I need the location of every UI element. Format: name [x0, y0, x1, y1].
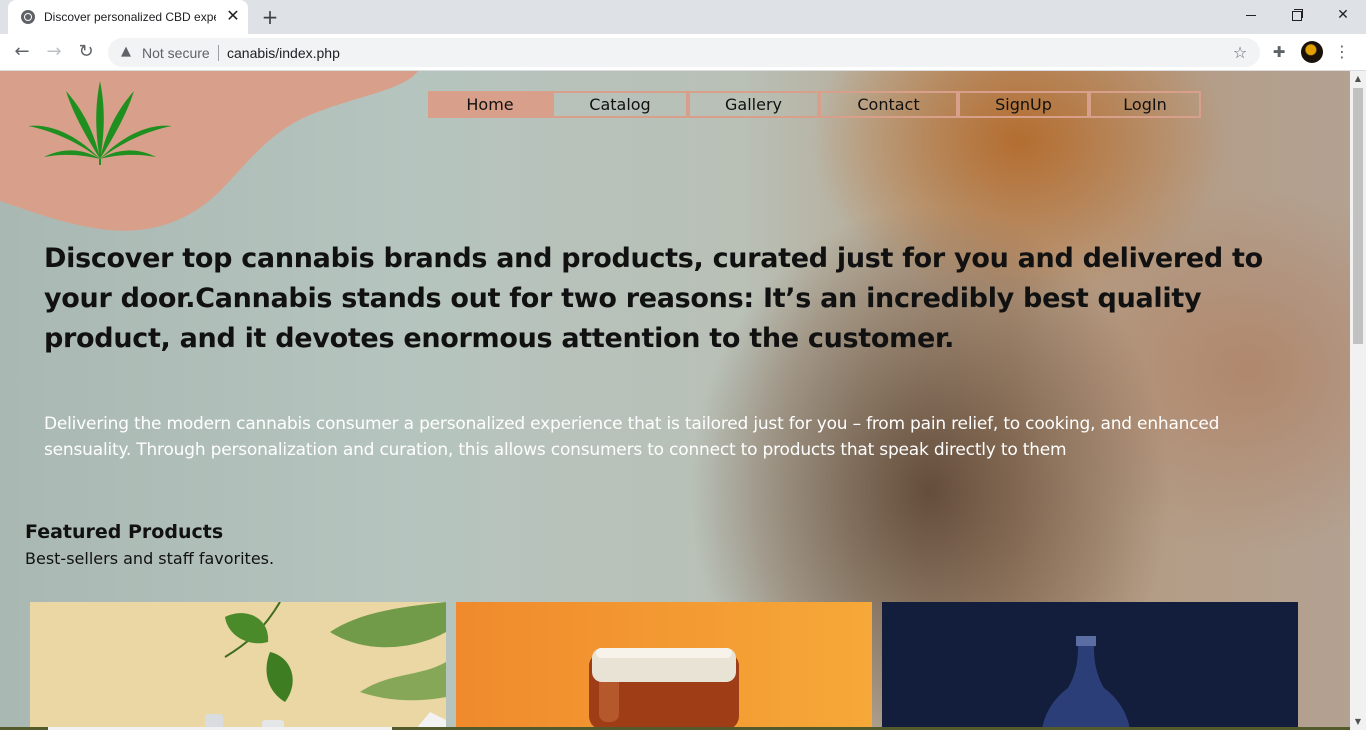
avatar[interactable] — [1301, 41, 1323, 63]
browser-tab-strip: Discover personalized CBD experiences ✕ … — [0, 0, 1366, 34]
nav-gallery[interactable]: Gallery — [688, 91, 819, 118]
restore-button[interactable] — [1282, 4, 1312, 26]
featured-title: Featured Products — [25, 521, 224, 543]
reload-icon[interactable]: ↻ — [74, 40, 98, 64]
security-label[interactable]: Not secure — [142, 45, 210, 61]
nav-login[interactable]: LogIn — [1089, 91, 1201, 118]
tab-close-icon[interactable]: ✕ — [224, 7, 242, 25]
product-image-plants — [205, 602, 446, 730]
url-text[interactable]: canabis/index.php — [227, 45, 340, 61]
hero-intro: Delivering the modern cannabis consumer … — [44, 414, 1220, 460]
omnibox-divider — [218, 45, 219, 61]
nav-catalog[interactable]: Catalog — [552, 91, 688, 118]
star-icon[interactable]: ☆ — [1230, 43, 1250, 63]
puzzle-icon[interactable]: ✚ — [1268, 41, 1290, 63]
product-card[interactable] — [456, 602, 872, 730]
scroll-thumb[interactable] — [1353, 88, 1363, 344]
hero-headline: Discover top cannabis brands and product… — [44, 243, 1263, 354]
new-tab-button[interactable]: + — [258, 6, 282, 28]
warning-icon[interactable]: ▲ — [118, 44, 134, 60]
main-nav: Home Catalog Gallery Contact SignUp LogI… — [428, 91, 1201, 118]
hero-section: Home Catalog Gallery Contact SignUp LogI… — [0, 71, 1350, 730]
product-image-bottle — [1042, 636, 1130, 730]
browser-tab[interactable]: Discover personalized CBD experiences ✕ — [8, 0, 248, 34]
nav-signup[interactable]: SignUp — [958, 91, 1089, 118]
tab-title: Discover personalized CBD experiences — [44, 10, 216, 24]
minimize-button[interactable] — [1236, 4, 1266, 26]
nav-contact[interactable]: Contact — [819, 91, 958, 118]
arrow-left-icon[interactable]: ← — [10, 40, 34, 64]
browser-toolbar: ← → ↻ ▲ Not secure canabis/index.php ☆ ✚… — [0, 34, 1366, 71]
window-close-button[interactable]: ✕ — [1328, 4, 1358, 26]
scroll-up-icon[interactable]: ▲ — [1350, 71, 1366, 87]
product-card[interactable] — [30, 602, 446, 730]
product-image-jar — [589, 648, 739, 730]
globe-icon — [21, 10, 35, 24]
product-card[interactable] — [882, 602, 1298, 730]
cannabis-leaf-logo[interactable] — [24, 81, 176, 165]
scroll-down-icon[interactable]: ▼ — [1350, 714, 1366, 730]
featured-subtitle: Best-sellers and staff favorites. — [25, 549, 275, 568]
vertical-scrollbar[interactable]: ▲ ▼ — [1350, 71, 1366, 730]
address-bar[interactable]: ▲ Not secure canabis/index.php ☆ — [108, 38, 1260, 67]
nav-home[interactable]: Home — [428, 91, 552, 118]
arrow-right-icon[interactable]: → — [42, 40, 66, 64]
kebab-menu-icon[interactable]: ⋮ — [1334, 41, 1350, 63]
